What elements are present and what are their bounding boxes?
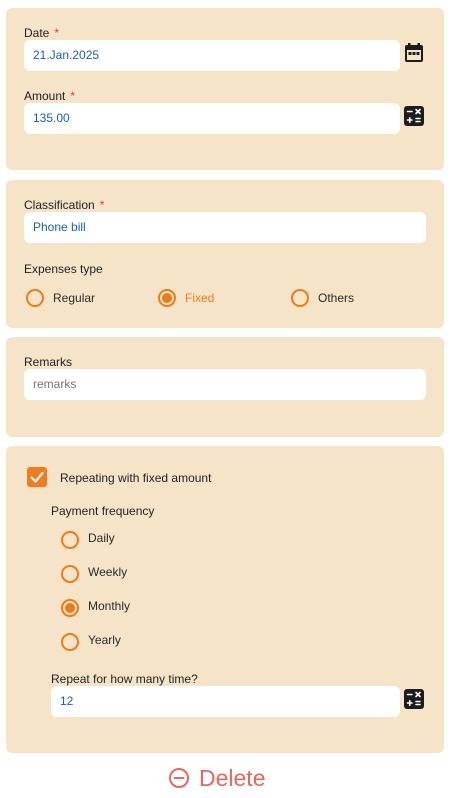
expense-type-regular-radio[interactable]: Regular — [26, 288, 95, 308]
repeating-checkbox[interactable] — [27, 467, 47, 487]
remarks-input[interactable] — [24, 369, 426, 400]
radio-label: Weekly — [88, 564, 128, 579]
radio-label: Daily — [88, 530, 115, 545]
radio-ring — [61, 599, 79, 617]
amount-field[interactable]: 135.00 — [24, 103, 400, 134]
expenses-type-label: Expenses type — [24, 262, 103, 276]
radio-label: Others — [318, 291, 355, 305]
radio-ring — [61, 531, 79, 549]
remarks-card: Remarks — [6, 337, 444, 437]
repeating-checkbox-label: Repeating with fixed amount — [60, 471, 212, 485]
date-amount-card: Date * 21.Jan.2025 Amount * 135.00 — [6, 8, 444, 170]
calculator-icon[interactable] — [403, 105, 425, 127]
classification-field[interactable]: Phone bill — [24, 212, 426, 243]
radio-ring — [158, 289, 176, 307]
radio-label: Regular — [53, 291, 96, 305]
required-mark: * — [99, 198, 105, 212]
frequency-monthly-radio[interactable]: Monthly — [61, 598, 130, 618]
checkmark-icon — [30, 471, 44, 483]
radio-ring — [61, 633, 79, 651]
date-field[interactable]: 21.Jan.2025 — [24, 40, 400, 71]
delete-button[interactable]: Delete — [168, 763, 265, 793]
required-mark: * — [70, 89, 76, 103]
delete-label: Delete — [199, 764, 266, 791]
frequency-weekly-radio[interactable]: Weekly — [61, 564, 127, 584]
required-mark: * — [54, 26, 60, 40]
repeating-card: Repeating with fixed amount Payment freq… — [6, 446, 444, 753]
expense-type-others-radio[interactable]: Others — [291, 288, 354, 308]
calculator-icon[interactable] — [403, 688, 425, 710]
frequency-daily-radio[interactable]: Daily — [61, 530, 115, 550]
date-label: Date * — [24, 26, 60, 40]
classification-label: Classification * — [24, 198, 105, 212]
expense-type-fixed-radio[interactable]: Fixed — [158, 288, 214, 308]
classification-card: Classification * Phone bill Expenses type… — [6, 180, 444, 328]
amount-label: Amount * — [24, 89, 76, 103]
radio-dot — [65, 603, 75, 613]
radio-dot — [162, 293, 172, 303]
frequency-yearly-radio[interactable]: Yearly — [61, 632, 121, 652]
remarks-label: Remarks — [24, 355, 73, 369]
radio-ring — [26, 289, 44, 307]
radio-label: Monthly — [88, 598, 131, 613]
repeat-times-field[interactable]: 12 — [51, 686, 400, 717]
radio-ring — [291, 289, 309, 307]
payment-frequency-label: Payment frequency — [51, 504, 155, 518]
radio-label: Yearly — [88, 632, 121, 647]
calendar-icon[interactable] — [403, 42, 425, 64]
minus-circle-icon — [169, 768, 189, 788]
radio-label: Fixed — [185, 291, 215, 305]
repeat-times-label: Repeat for how many time? — [51, 672, 198, 686]
radio-ring — [61, 565, 79, 583]
